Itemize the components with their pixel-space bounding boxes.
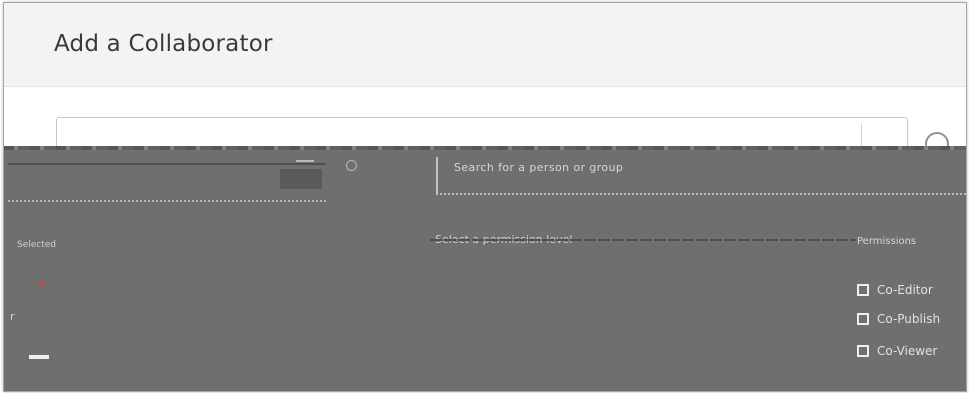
masked-region: Search for a person or group Selected Se… (4, 146, 966, 391)
dialog-header: Add a Collaborator (4, 3, 966, 87)
permission-option-co-viewer[interactable]: Co-Viewer (857, 342, 937, 360)
left-field-artifact (280, 169, 322, 189)
permission-option-label: Co-Editor (877, 283, 933, 297)
permission-option-co-editor[interactable]: Co-Editor (857, 281, 933, 299)
status-dot (40, 282, 43, 285)
checkbox-icon[interactable] (857, 313, 869, 325)
add-collaborator-dialog: Add a Collaborator Search for a person o… (3, 2, 967, 392)
artifact-line (296, 160, 314, 162)
permission-option-label: Co-Publish (877, 312, 941, 326)
permission-option-co-publish[interactable]: Co-Publish (857, 310, 940, 328)
circle-icon (346, 160, 357, 171)
selected-label: Selected (17, 240, 57, 250)
dialog-title: Add a Collaborator (54, 31, 273, 57)
left-marker: r (10, 310, 15, 323)
artifact-strip (4, 146, 966, 150)
permission-rule (430, 239, 856, 241)
left-bottom-marker (29, 355, 49, 359)
checkbox-icon[interactable] (857, 284, 869, 296)
permissions-label: Permissions (857, 236, 917, 247)
left-field[interactable] (8, 163, 326, 202)
search-text: Search for a person or group (454, 161, 624, 174)
checkbox-icon[interactable] (857, 345, 869, 357)
permission-option-label: Co-Viewer (877, 344, 938, 358)
